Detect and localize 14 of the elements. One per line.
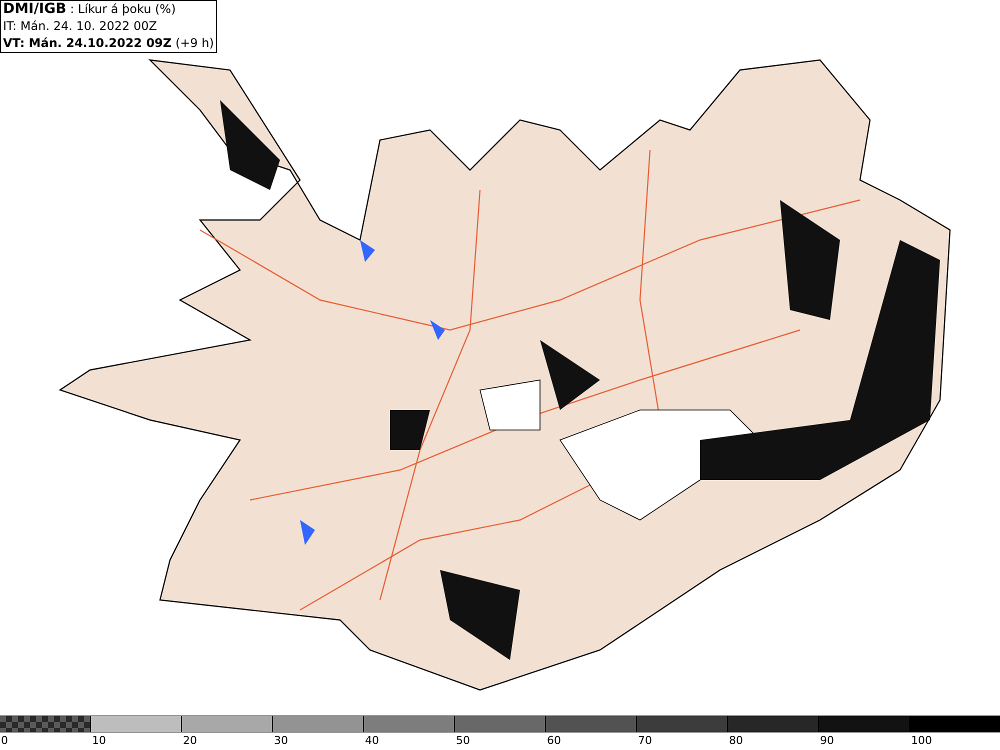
scale-label: 80 bbox=[729, 733, 743, 749]
issue-time: IT: Mán. 24. 10. 2022 00Z bbox=[3, 18, 158, 35]
scale-label: 40 bbox=[365, 733, 379, 749]
valid-time: VT: Mán. 24.10.2022 09Z (+9 h) bbox=[3, 35, 214, 52]
scale-label: 70 bbox=[638, 733, 652, 749]
scale-label: 90 bbox=[820, 733, 834, 749]
scale-label: 0 bbox=[1, 733, 8, 749]
scale-label: 20 bbox=[183, 733, 197, 749]
scale-label: 50 bbox=[456, 733, 470, 749]
scale-label: 60 bbox=[547, 733, 561, 749]
map-title: DMI/IGB : Líkur á þoku (%) bbox=[3, 1, 177, 18]
scale-label: 30 bbox=[274, 733, 288, 749]
scale-label: 10 bbox=[92, 733, 106, 749]
scale-label: 100 bbox=[911, 733, 932, 749]
